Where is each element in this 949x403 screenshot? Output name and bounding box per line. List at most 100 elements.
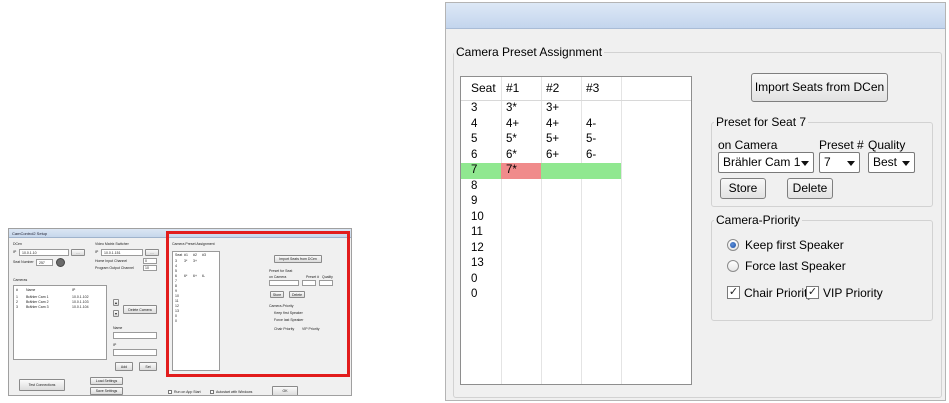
preset-cell[interactable]	[543, 194, 546, 210]
load-settings-button[interactable]: Load Settings	[90, 377, 123, 385]
seat-cell[interactable]: 3	[468, 101, 477, 117]
vms-ip-input[interactable]: 10.0.1.151	[101, 249, 143, 256]
seat-cell[interactable]: 9	[468, 194, 477, 210]
seat-cell[interactable]: 8	[468, 179, 477, 195]
quality-select[interactable]: Best	[868, 152, 915, 173]
ok-button[interactable]: OK	[272, 386, 298, 395]
preset-cell[interactable]	[583, 163, 586, 179]
delete-button[interactable]: Delete	[787, 178, 833, 199]
preset-cell[interactable]: 6*	[503, 148, 517, 164]
seat-preset-table[interactable]: Seat #1 #2 #3 3 3* 3+ 4 4+ 4+ 4- 5 5* 5+ 5- 6 6* 6+ 6-…	[460, 76, 692, 385]
seat-number-select[interactable]: 257	[36, 259, 53, 266]
preset-cell[interactable]	[543, 225, 546, 241]
seat-cell[interactable]: 6	[468, 148, 477, 164]
table-row[interactable]: 5 5* 5+ 5-	[461, 132, 691, 148]
preset-cell[interactable]: 7*	[503, 163, 517, 179]
preset-cell[interactable]	[543, 241, 546, 257]
preset-cell[interactable]: 3*	[503, 101, 517, 117]
camera-name-input[interactable]	[113, 332, 157, 339]
table-row[interactable]: 6 6* 6+ 6-	[461, 148, 691, 164]
preset-select[interactable]: 7	[819, 152, 860, 173]
preset-cell[interactable]	[583, 256, 586, 272]
chair-priority-checkbox[interactable]: ✓	[727, 286, 740, 299]
store-button[interactable]: Store	[720, 178, 766, 199]
preset-cell[interactable]	[503, 210, 506, 226]
preset-cell[interactable]	[583, 101, 586, 117]
camera-ip-input[interactable]	[113, 349, 157, 356]
table-row[interactable]: 9	[461, 194, 691, 210]
preset-cell[interactable]	[503, 272, 506, 288]
save-settings-button[interactable]: Save Settings	[90, 387, 123, 395]
preset-cell[interactable]: 5-	[583, 132, 596, 148]
preset-cell[interactable]	[543, 163, 546, 179]
preset-cell[interactable]	[583, 241, 586, 257]
seat-cell[interactable]: 13	[468, 256, 484, 272]
seat-cell[interactable]: 4	[468, 117, 477, 133]
preset-cell[interactable]: 4+	[503, 117, 519, 133]
preset-cell[interactable]	[503, 287, 506, 303]
preset-cell[interactable]	[503, 225, 506, 241]
move-down-button[interactable]: ▼	[113, 310, 119, 317]
move-up-button[interactable]: ▲	[113, 299, 119, 306]
preset-cell[interactable]	[583, 287, 586, 303]
delete-camera-button[interactable]: Delete Camera	[123, 305, 157, 314]
preset-cell[interactable]: 6-	[583, 148, 596, 164]
add-camera-button[interactable]: Add	[115, 362, 133, 371]
column-header-2[interactable]: #2	[543, 81, 559, 97]
seat-cell[interactable]: 5	[468, 132, 477, 148]
preset-cell[interactable]: 5*	[503, 132, 517, 148]
table-row[interactable]: 0	[461, 272, 691, 288]
seat-cell[interactable]: 0	[468, 272, 477, 288]
preset-cell[interactable]: 5+	[543, 132, 559, 148]
preset-cell[interactable]	[543, 272, 546, 288]
preset-cell[interactable]	[583, 272, 586, 288]
preset-cell[interactable]	[503, 194, 506, 210]
cameras-list[interactable]: # Name IP 1 Brähler Cam 1 10.0.1.102 2 B…	[13, 285, 107, 360]
preset-cell[interactable]: 4-	[583, 117, 596, 133]
preset-cell[interactable]: 3+	[543, 101, 559, 117]
table-row[interactable]: 12	[461, 241, 691, 257]
preset-cell[interactable]	[543, 256, 546, 272]
seat-cell[interactable]: 0	[468, 287, 477, 303]
preset-cell[interactable]	[543, 287, 546, 303]
table-row[interactable]: 0	[461, 287, 691, 303]
table-row[interactable]: 7 7*	[461, 163, 691, 179]
table-row[interactable]: 10	[461, 210, 691, 226]
dcen-ping-button[interactable]: …	[71, 249, 85, 256]
table-row[interactable]: 4 4+ 4+ 4-	[461, 117, 691, 133]
column-header-seat[interactable]: Seat	[468, 81, 496, 97]
run-on-start-checkbox[interactable]	[168, 390, 172, 394]
table-row[interactable]: 3 3* 3+	[461, 101, 691, 117]
table-row[interactable]: 8	[461, 179, 691, 195]
force-last-radio[interactable]	[727, 260, 739, 272]
seat-cell[interactable]: 12	[468, 241, 484, 257]
preset-cell[interactable]: 4+	[543, 117, 559, 133]
dcen-ip-input[interactable]: 10.0.1.10	[19, 249, 69, 256]
seat-cell[interactable]: 11	[468, 225, 483, 241]
preset-cell[interactable]	[503, 179, 506, 195]
preset-cell[interactable]	[543, 179, 546, 195]
preset-cell[interactable]	[503, 256, 506, 272]
preset-cell[interactable]	[583, 179, 586, 195]
preset-cell[interactable]	[583, 210, 586, 226]
test-connections-button[interactable]: Test Connections	[19, 379, 65, 391]
preset-cell[interactable]	[543, 210, 546, 226]
program-channel-input[interactable]: 10	[143, 265, 157, 271]
autostart-checkbox[interactable]	[210, 390, 214, 394]
preset-cell[interactable]	[583, 225, 586, 241]
set-camera-button[interactable]: Set	[139, 362, 157, 371]
camera-select[interactable]: Brähler Cam 1	[718, 152, 814, 173]
seat-cell[interactable]: 10	[468, 210, 484, 226]
column-header-1[interactable]: #1	[503, 81, 519, 97]
table-row[interactable]: 11	[461, 225, 691, 241]
home-channel-input[interactable]: 0	[143, 258, 157, 264]
table-row[interactable]: 13	[461, 256, 691, 272]
keep-first-radio[interactable]	[727, 239, 739, 251]
seat-cell[interactable]: 7	[468, 163, 477, 179]
import-seats-button[interactable]: Import Seats from DCen	[751, 73, 888, 102]
vip-priority-checkbox[interactable]: ✓	[806, 286, 819, 299]
vms-ping-button[interactable]: …	[145, 249, 159, 256]
preset-cell[interactable]	[503, 241, 506, 257]
preset-cell[interactable]	[583, 194, 586, 210]
preset-cell[interactable]: 6+	[543, 148, 559, 164]
